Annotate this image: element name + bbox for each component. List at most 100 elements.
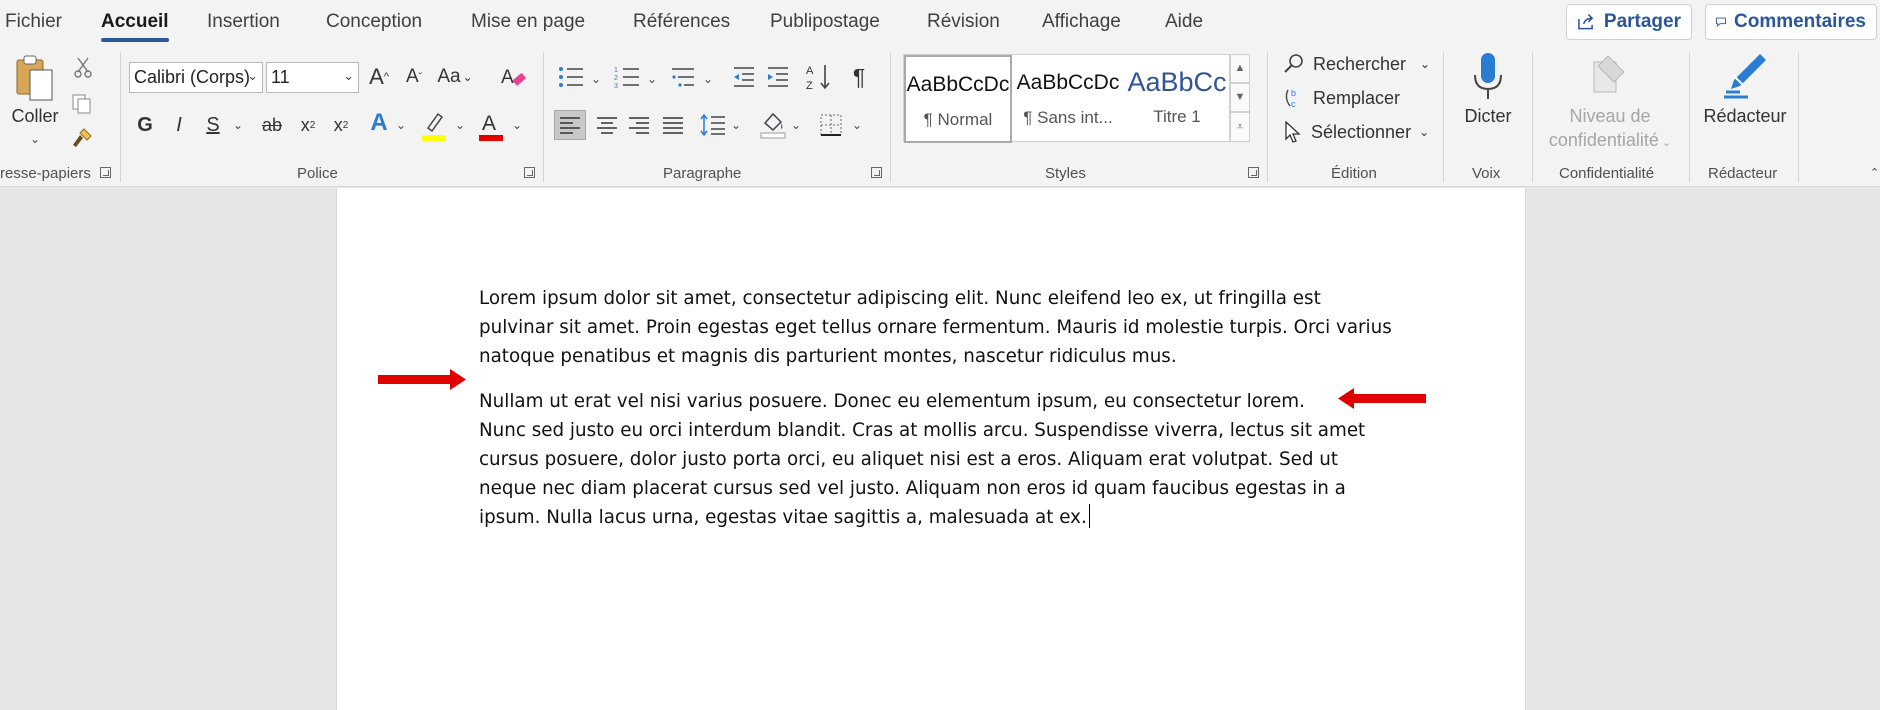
font-name-combo[interactable]: Calibri (Corps) ⌄ — [129, 62, 263, 93]
tab-revision[interactable]: Révision — [927, 11, 1000, 33]
clipboard-launcher-icon[interactable] — [100, 167, 111, 178]
style-no-spacing[interactable]: AaBbCcDc ¶ Sans int... — [1014, 55, 1122, 143]
menu-bar: Fichier Accueil Insertion Conception Mis… — [0, 0, 1880, 44]
style-name: ¶ Normal — [923, 110, 993, 129]
separator — [1443, 52, 1444, 182]
svg-text:A: A — [501, 67, 514, 88]
svg-text:A: A — [482, 112, 496, 135]
sensitivity-icon — [1590, 52, 1630, 98]
align-center-icon[interactable] — [592, 110, 622, 140]
text-effects-icon[interactable]: A — [366, 108, 392, 138]
tab-references[interactable]: Références — [633, 11, 730, 33]
clipboard-group-label: resse-papiers — [0, 165, 91, 182]
styles-gallery[interactable]: AaBbCcDc ¶ Normal AaBbCcDc ¶ Sans int...… — [903, 54, 1230, 143]
style-normal[interactable]: AaBbCcDc ¶ Normal — [904, 55, 1012, 143]
justify-icon[interactable] — [658, 110, 688, 140]
tab-accueil[interactable]: Accueil — [101, 11, 169, 42]
tab-fichier[interactable]: Fichier — [5, 11, 62, 33]
font-launcher-icon[interactable] — [524, 167, 535, 178]
tab-aide[interactable]: Aide — [1165, 11, 1203, 33]
font-group-label: Police — [297, 165, 338, 182]
styles-scroll-up-icon[interactable]: ▲ — [1230, 54, 1250, 83]
paste-dropdown-icon[interactable]: ⌄ — [30, 132, 40, 146]
highlight-icon[interactable] — [420, 108, 448, 142]
editor-pen-icon[interactable] — [1720, 50, 1770, 102]
comments-button[interactable]: Commentaires — [1705, 4, 1877, 40]
paragraph-2[interactable]: Nullam ut erat vel nisi varius posuere. … — [479, 387, 1399, 532]
strikethrough-button[interactable]: ab — [258, 111, 286, 139]
line-spacing-dropdown-icon[interactable]: ⌄ — [731, 118, 741, 132]
tab-conception[interactable]: Conception — [326, 11, 422, 33]
text-effects-dropdown-icon[interactable]: ⌄ — [396, 118, 406, 132]
copy-icon[interactable] — [70, 92, 94, 116]
borders-icon[interactable] — [817, 110, 845, 140]
svg-text:b: b — [1291, 88, 1296, 98]
align-left-icon[interactable] — [554, 110, 586, 140]
shrink-font-icon[interactable]: Aˇ — [400, 62, 428, 92]
microphone-icon[interactable] — [1470, 50, 1506, 106]
dictate-label[interactable]: Dicter — [1455, 106, 1521, 127]
align-right-icon[interactable] — [624, 110, 654, 140]
numbering-icon[interactable]: 123 — [613, 64, 641, 90]
italic-button[interactable]: I — [167, 111, 191, 139]
replace-label: Remplacer — [1313, 87, 1401, 108]
paste-icon[interactable] — [14, 54, 58, 106]
select-dropdown-icon[interactable]: ⌄ — [1419, 125, 1429, 139]
subscript-button[interactable]: x2 — [296, 111, 320, 139]
numbering-dropdown-icon[interactable]: ⌄ — [647, 72, 657, 86]
increase-indent-icon[interactable] — [765, 64, 791, 90]
paragraph-launcher-icon[interactable] — [871, 167, 882, 178]
comment-icon — [1716, 17, 1726, 27]
svg-text:c: c — [1291, 99, 1296, 109]
editing-group-label: Édition — [1331, 165, 1377, 182]
style-preview: AaBbCcDc — [906, 73, 1010, 96]
change-case-button[interactable]: Aa ⌄ — [437, 62, 473, 92]
grow-font-icon[interactable]: A ^ — [365, 62, 393, 92]
underline-dropdown-icon[interactable]: ⌄ — [233, 118, 243, 132]
find-label: Rechercher — [1313, 53, 1407, 74]
replace-button[interactable]: bc Remplacer — [1283, 87, 1400, 109]
highlight-dropdown-icon[interactable]: ⌄ — [455, 118, 465, 132]
font-size-combo[interactable]: 11 ⌄ — [266, 62, 359, 93]
bullets-dropdown-icon[interactable]: ⌄ — [591, 72, 601, 86]
paste-label[interactable]: Coller — [9, 106, 61, 127]
format-painter-icon[interactable] — [70, 126, 94, 150]
tab-affichage[interactable]: Affichage — [1042, 11, 1121, 33]
find-button[interactable]: Rechercher ⌄ — [1283, 53, 1430, 75]
tab-insertion[interactable]: Insertion — [207, 11, 280, 33]
editor-label[interactable]: Rédacteur — [1700, 106, 1790, 127]
find-dropdown-icon[interactable]: ⌄ — [1420, 57, 1430, 71]
style-heading-1[interactable]: AaBbCc Titre 1 — [1124, 55, 1230, 143]
shading-icon[interactable] — [758, 108, 788, 140]
select-button[interactable]: Sélectionner ⌄ — [1283, 121, 1429, 143]
multilevel-dropdown-icon[interactable]: ⌄ — [703, 72, 713, 86]
decrease-indent-icon[interactable] — [731, 64, 757, 90]
font-color-dropdown-icon[interactable]: ⌄ — [512, 118, 522, 132]
tab-mise-en-page[interactable]: Mise en page — [471, 11, 585, 33]
line-spacing-icon[interactable] — [699, 110, 727, 140]
multilevel-list-icon[interactable] — [669, 64, 697, 90]
collapse-ribbon-icon[interactable]: ⌃ — [1870, 166, 1879, 179]
paragraph-1[interactable]: Lorem ipsum dolor sit amet, consectetur … — [479, 284, 1399, 371]
bullets-icon[interactable] — [557, 64, 585, 90]
show-formatting-icon[interactable]: ¶ — [846, 62, 872, 92]
document-page[interactable]: Lorem ipsum dolor sit amet, consectetur … — [336, 188, 1526, 710]
styles-launcher-icon[interactable] — [1248, 167, 1259, 178]
styles-more-icon[interactable]: ⩡ — [1230, 112, 1250, 142]
styles-scroll-down-icon[interactable]: ▼ — [1230, 83, 1250, 112]
clear-formatting-icon[interactable]: A — [498, 62, 528, 92]
underline-button[interactable]: S — [201, 111, 225, 139]
comments-label: Commentaires — [1734, 11, 1866, 32]
share-button[interactable]: Partager — [1566, 4, 1692, 40]
share-label: Partager — [1603, 11, 1681, 32]
sensitivity-dropdown-icon: ⌄ — [1661, 137, 1672, 149]
superscript-button[interactable]: x2 — [329, 111, 353, 139]
font-color-icon[interactable]: A — [478, 108, 504, 142]
borders-dropdown-icon[interactable]: ⌄ — [852, 118, 862, 132]
select-label: Sélectionner — [1311, 121, 1412, 142]
shading-dropdown-icon[interactable]: ⌄ — [791, 118, 801, 132]
bold-button[interactable]: G — [133, 111, 157, 139]
tab-publipostage[interactable]: Publipostage — [770, 11, 880, 33]
cut-icon[interactable] — [72, 56, 94, 78]
sort-icon[interactable]: AZ — [805, 62, 833, 92]
